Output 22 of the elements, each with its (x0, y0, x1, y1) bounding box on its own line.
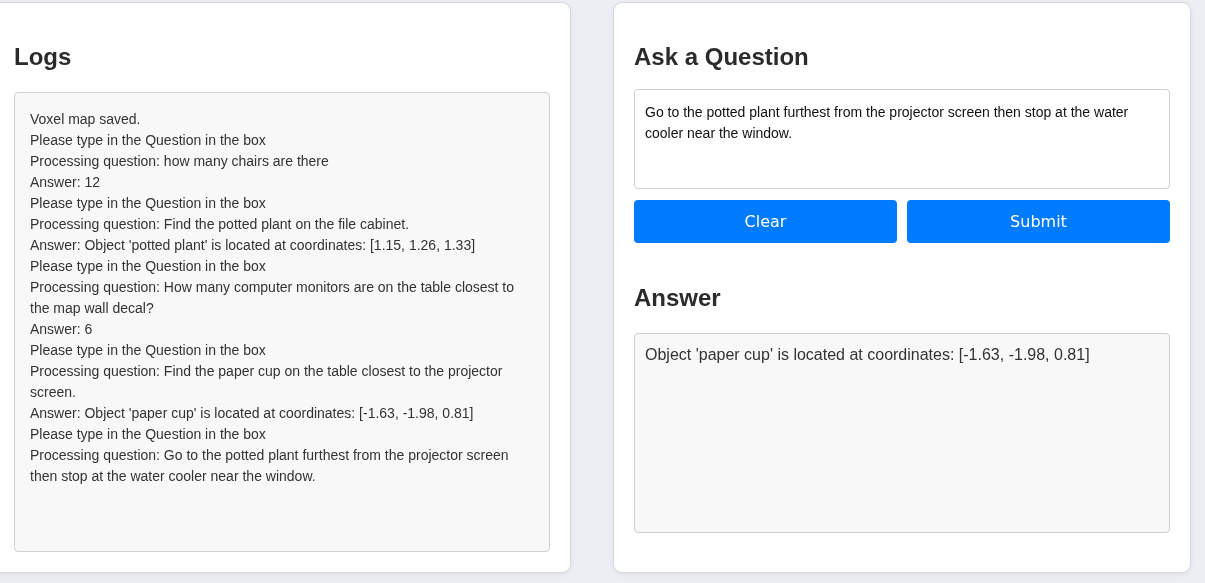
log-line: Processing question: Find the paper cup on the table closest to the projector screen. (30, 362, 504, 402)
log-line: Voxel map saved. (30, 110, 142, 129)
log-line: Answer: Object 'potted plant' is located at coordinates: [1.15, 1.26, 1.33] (30, 236, 477, 255)
log-line: Please type in the Question in the box (30, 257, 267, 276)
log-line: Processing question: how many chairs are there (30, 152, 330, 171)
log-line: Please type in the Question in the box (30, 425, 267, 444)
log-line: Please type in the Question in the box (30, 131, 267, 150)
clear-button[interactable]: Clear (634, 200, 897, 243)
ask-heading: Ask a Question (634, 42, 810, 72)
question-field[interactable]: Go to the potted plant furthest from the projector screen then stop at the water cooler near the window. (634, 89, 1170, 189)
answer-text: Object 'paper cup' is located at coordinates: [-1.63, -1.98, 0.81] (645, 345, 1091, 365)
submit-button[interactable]: Submit (907, 200, 1170, 243)
answer-heading: Answer (634, 283, 722, 313)
logs-heading: Logs (14, 42, 73, 72)
log-line: Answer: 6 (30, 320, 94, 339)
log-line: Answer: 12 (30, 173, 102, 192)
log-line: Processing question: Go to the potted plant furthest from the projector screen then stop at the water cooler near the window. (30, 446, 510, 486)
log-line: Processing question: How many computer monitors are on the table closest to the map wall decal? (30, 278, 516, 318)
log-line: Please type in the Question in the box (30, 194, 267, 213)
log-line: Processing question: Find the potted plant on the file cabinet. (30, 215, 411, 234)
log-line: Please type in the Question in the box (30, 341, 267, 360)
log-line: Answer: Object 'paper cup' is located at coordinates: [-1.63, -1.98, 0.81] (30, 404, 475, 423)
